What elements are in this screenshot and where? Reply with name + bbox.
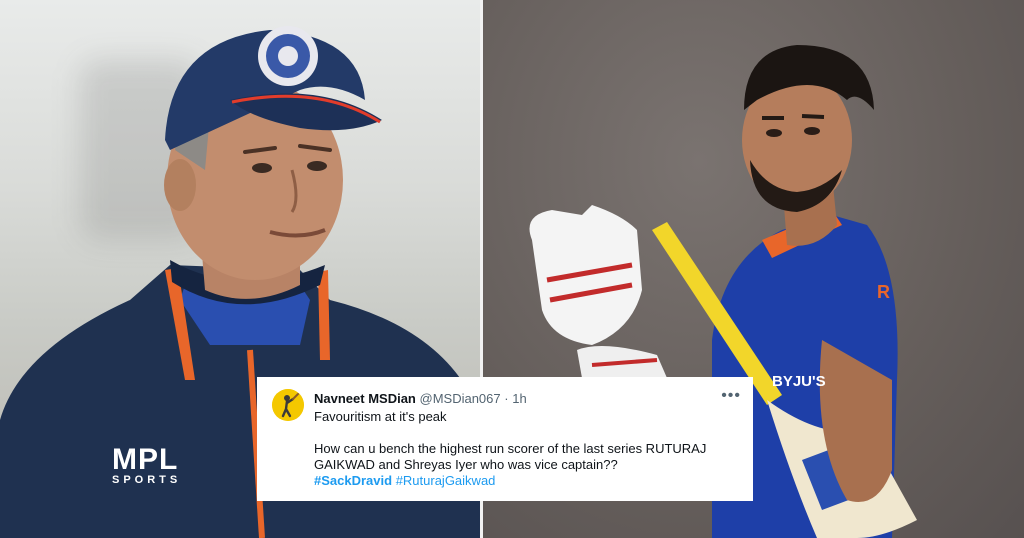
avatar[interactable]	[272, 389, 304, 421]
tweet-body: How can u bench the highest run scorer o…	[314, 441, 734, 489]
cricketer-avatar-icon	[272, 389, 304, 421]
jersey-sponsor: BYJU'S	[772, 373, 826, 390]
tweet-text-line1: Favouritism at it's peak	[314, 409, 447, 424]
separator: ·	[504, 391, 509, 406]
hashtag-sackdravid[interactable]: #SackDravid	[314, 473, 392, 488]
tweet-header: Navneet MSDian @MSDian067 · 1h	[314, 391, 527, 406]
jersey-logo: MPL SPORTS	[112, 443, 182, 487]
author-handle[interactable]: @MSDian067	[420, 391, 501, 406]
jersey-logo-sub: SPORTS	[112, 474, 182, 486]
tweet-time[interactable]: 1h	[512, 391, 526, 406]
hashtag-ruturajgaikwad[interactable]: #RuturajGaikwad	[396, 473, 496, 488]
tweet-text-body: How can u bench the highest run scorer o…	[314, 441, 707, 472]
tweet-card[interactable]: Navneet MSDian @MSDian067 · 1h ••• Favou…	[257, 377, 753, 501]
jersey-initial: R	[877, 282, 890, 302]
author-name[interactable]: Navneet MSDian	[314, 391, 416, 406]
more-options-icon[interactable]: •••	[721, 387, 741, 405]
hashtags: #SackDravid #RuturajGaikwad	[314, 473, 495, 488]
